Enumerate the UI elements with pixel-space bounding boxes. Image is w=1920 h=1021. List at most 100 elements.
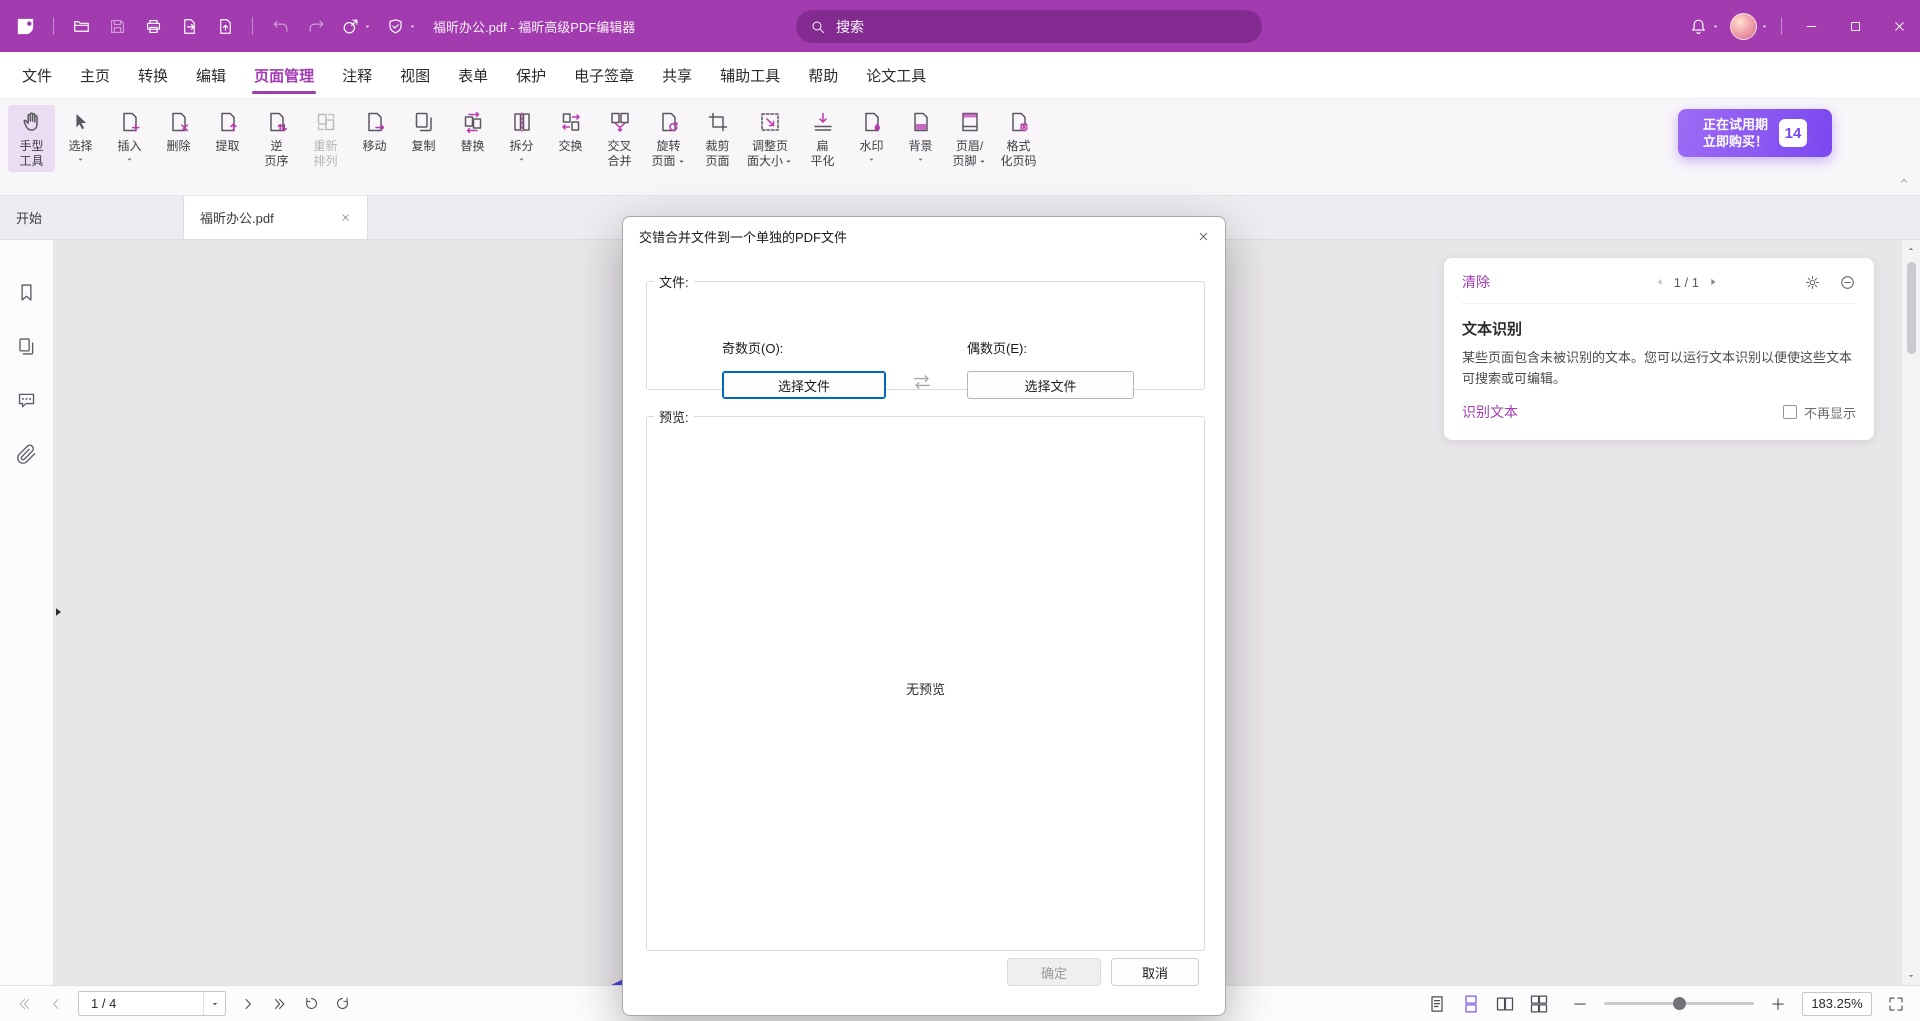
ribbon-tool-flatten-pages[interactable]: 扁平化 [799, 105, 846, 172]
ribbon-tool-hand-tool[interactable]: 手型工具 [8, 105, 55, 172]
notice-settings-button[interactable] [1804, 274, 1821, 291]
ribbon-tool-select-tool[interactable]: 选择 [57, 105, 104, 167]
trial-status-text: 正在试用期 [1703, 116, 1768, 133]
odd-pages-column: 奇数页(O): 选择文件 [722, 338, 886, 399]
view-mode-facing[interactable] [1490, 994, 1520, 1014]
ribbon-tool-header-footer[interactable]: 页眉/页脚 [946, 105, 993, 172]
next-notice-button[interactable] [1708, 277, 1718, 287]
vertical-scrollbar[interactable] [1901, 240, 1920, 985]
scrollbar-thumb[interactable] [1907, 262, 1916, 354]
share-button[interactable] [337, 11, 376, 41]
ribbon-tool-extract-pages[interactable]: 提取 [204, 105, 251, 157]
menu-item-protect[interactable]: 保护 [502, 52, 560, 98]
ribbon-tool-replace-pages[interactable]: 替换 [449, 105, 496, 157]
ribbon-tool-watermark[interactable]: 水印 [848, 105, 895, 167]
email-doc-button[interactable] [210, 11, 240, 41]
menu-item-comment[interactable]: 注释 [328, 52, 386, 98]
view-mode-continuous-facing[interactable] [1524, 994, 1554, 1014]
zoom-slider-thumb[interactable] [1673, 997, 1686, 1010]
menu-item-view[interactable]: 视图 [386, 52, 444, 98]
menu-item-form[interactable]: 表单 [444, 52, 502, 98]
notifications-button-caret-icon[interactable] [1711, 22, 1720, 31]
recognize-text-link[interactable]: 识别文本 [1462, 402, 1518, 422]
view-mode-single-page[interactable] [1422, 994, 1452, 1014]
tab-close-button[interactable] [340, 212, 351, 223]
menu-item-share[interactable]: 共享 [648, 52, 706, 98]
sidebar-bookmarks-icon[interactable] [16, 282, 37, 303]
search-input[interactable]: 搜索 [796, 10, 1262, 43]
collapse-notice-button[interactable] [1839, 274, 1856, 291]
user-avatar-caret-icon[interactable] [1760, 22, 1769, 31]
export-pdf-button[interactable] [174, 11, 204, 41]
dont-show-checkbox[interactable] [1783, 405, 1797, 419]
select-odd-file-button[interactable]: 选择文件 [722, 371, 886, 399]
select-even-file-button[interactable]: 选择文件 [967, 371, 1134, 399]
ribbon-tool-copy-pages[interactable]: 复制 [400, 105, 447, 157]
user-avatar[interactable] [1726, 11, 1773, 41]
separator [252, 17, 253, 35]
open-file-button[interactable] [66, 11, 96, 41]
menu-item-edit[interactable]: 编辑 [182, 52, 240, 98]
tool-label: 替换 [460, 139, 484, 154]
zoom-level-box[interactable]: 183.25% [1802, 992, 1872, 1016]
dialog-close-button[interactable] [1181, 217, 1225, 255]
zoom-out-button[interactable] [1566, 995, 1594, 1013]
view-zoom-controls: 183.25% [1422, 992, 1910, 1016]
notice-page-indicator: 1 / 1 [1674, 275, 1699, 290]
ribbon-tool-delete-pages[interactable]: 删除 [155, 105, 202, 157]
next-page-button[interactable] [234, 995, 262, 1013]
trial-banner[interactable]: 正在试用期 立即购买！ 14 [1678, 109, 1832, 157]
clear-notices-button[interactable]: 清除 [1462, 272, 1490, 292]
collapse-ribbon-button[interactable] [1898, 175, 1910, 187]
ribbon-tool-rotate-pages[interactable]: 旋转页面 [645, 105, 692, 172]
rotate-left-button[interactable] [298, 995, 325, 1012]
menu-item-page-organize[interactable]: 页面管理 [240, 52, 328, 98]
notifications-button[interactable] [1685, 11, 1724, 41]
save-button [102, 11, 132, 41]
swap-files-icon [907, 371, 937, 393]
ribbon-tool-resize-pages[interactable]: 调整页面大小 [743, 105, 797, 172]
ribbon-tool-swap-pages[interactable]: 交换 [547, 105, 594, 157]
page-number-box[interactable]: 1 / 4 [78, 991, 226, 1016]
minimize-button[interactable] [1790, 0, 1832, 52]
protect-button[interactable] [382, 11, 421, 41]
doc-tab-document[interactable]: 福昕办公.pdf [184, 196, 368, 239]
rotate-right-button[interactable] [329, 995, 356, 1012]
ribbon-tool-background[interactable]: 背景 [897, 105, 944, 167]
navigation-sidebar [0, 240, 54, 985]
zoom-slider[interactable] [1604, 1002, 1754, 1005]
protect-button-caret-icon[interactable] [408, 22, 417, 31]
maximize-button[interactable] [1834, 0, 1876, 52]
menu-item-home[interactable]: 主页 [66, 52, 124, 98]
menu-item-convert[interactable]: 转换 [124, 52, 182, 98]
ribbon-tool-split-document[interactable]: 拆分 [498, 105, 545, 167]
ribbon-tool-insert-pages[interactable]: 插入 [106, 105, 153, 167]
menu-item-thesis-tools[interactable]: 论文工具 [852, 52, 940, 98]
last-page-button[interactable] [266, 995, 294, 1013]
view-mode-continuous[interactable] [1456, 994, 1486, 1014]
menu-item-accessibility[interactable]: 辅助工具 [706, 52, 794, 98]
menu-item-help[interactable]: 帮助 [794, 52, 852, 98]
scroll-up-arrow[interactable] [1906, 244, 1916, 254]
share-button-caret-icon[interactable] [363, 22, 372, 31]
menu-item-esign[interactable]: 电子签章 [560, 52, 648, 98]
scroll-down-arrow[interactable] [1906, 971, 1916, 981]
page-dropdown-button[interactable] [203, 992, 225, 1015]
ribbon-tool-move-pages[interactable]: 移动 [351, 105, 398, 157]
fullscreen-button[interactable] [1882, 995, 1910, 1013]
doc-tab-start[interactable]: 开始 [0, 196, 184, 239]
ribbon-tool-interleave-merge[interactable]: 交叉合并 [596, 105, 643, 172]
sidebar-comments-icon[interactable] [16, 390, 37, 411]
close-button[interactable] [1878, 0, 1920, 52]
print-button[interactable] [138, 11, 168, 41]
menu-item-file[interactable]: 文件 [8, 52, 66, 98]
delete-pages-icon [165, 108, 193, 136]
sidebar-expand-handle[interactable] [54, 606, 64, 618]
sidebar-page-thumbnails-icon[interactable] [16, 336, 37, 357]
sidebar-attachments-icon[interactable] [16, 444, 37, 465]
cancel-button[interactable]: 取消 [1111, 958, 1199, 986]
ribbon-tool-reverse-page-order[interactable]: 逆页序 [253, 105, 300, 172]
zoom-in-button[interactable] [1764, 995, 1792, 1013]
ribbon-tool-format-page-numbers[interactable]: 12格式化页码 [995, 105, 1042, 172]
ribbon-tool-crop-pages[interactable]: 裁剪页面 [694, 105, 741, 172]
